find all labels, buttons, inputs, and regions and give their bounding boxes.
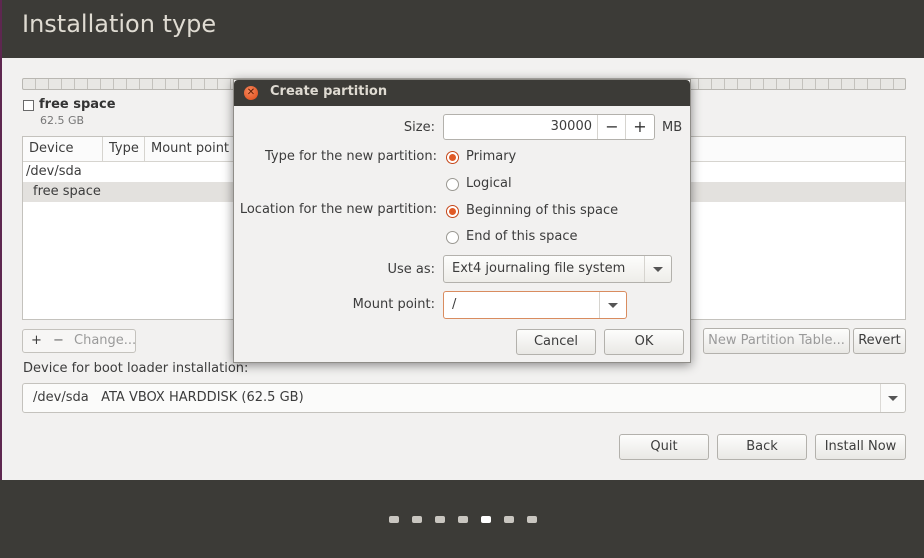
size-decrement-button[interactable]: − [597,115,626,139]
size-input[interactable]: 30000 [551,115,592,139]
progress-dot [435,516,445,523]
remove-partition-button[interactable]: − [53,330,64,352]
add-partition-button[interactable]: + [31,330,42,352]
cancel-button[interactable]: Cancel [516,329,596,355]
window-header: Installation type [0,0,924,58]
mount-point-dropdown-arrow[interactable] [599,292,626,318]
radio-primary[interactable] [446,151,459,164]
use-as-label: Use as: [387,262,435,277]
progress-dot [458,516,468,523]
radio-end-label[interactable]: End of this space [466,229,578,244]
size-spinbox[interactable]: 30000 − + [443,114,655,140]
chevron-down-icon [608,303,618,308]
bootloader-description: ATA VBOX HARDDISK (62.5 GB) [101,390,304,405]
legend-name: free space [39,97,116,112]
dialog-titlebar: ✕ Create partition [234,80,690,106]
radio-primary-label[interactable]: Primary [466,149,516,164]
back-button[interactable]: Back [717,434,807,460]
radio-end[interactable] [446,231,459,244]
bootloader-value: /dev/sda ATA VBOX HARDDISK (62.5 GB) [33,384,304,412]
column-type[interactable]: Type [103,137,145,161]
ok-button[interactable]: OK [604,329,684,355]
chevron-down-icon [888,396,898,401]
column-device[interactable]: Device [23,137,103,161]
close-icon[interactable]: ✕ [244,86,258,100]
partition-edit-buttons: + − Change... [22,329,136,353]
radio-beginning-label[interactable]: Beginning of this space [466,203,618,218]
partition-type-label: Type for the new partition: [264,149,437,164]
size-label: Size: [403,120,435,135]
dialog-title: Create partition [270,84,388,99]
create-partition-dialog: ✕ Create partition Size: 30000 − + MB Ty… [233,79,691,363]
radio-logical[interactable] [446,178,459,191]
bootloader-label: Device for boot loader installation: [23,361,249,376]
column-mount-point[interactable]: Mount point [145,137,245,161]
use-as-value: Ext4 journaling file system [452,261,626,276]
install-now-button[interactable]: Install Now [815,434,906,460]
progress-dot [412,516,422,523]
change-partition-button[interactable]: Change... [74,330,136,352]
radio-logical-label[interactable]: Logical [466,176,512,191]
location-label: Location for the new partition: [239,202,437,217]
progress-dot [527,516,537,523]
progress-footer [0,480,924,558]
size-increment-button[interactable]: + [625,115,654,139]
use-as-dropdown-arrow[interactable] [644,256,671,282]
legend-size: 62.5 GB [40,114,85,127]
chevron-down-icon [653,267,663,272]
revert-button[interactable]: Revert [853,328,906,354]
bootloader-device: /dev/sda [33,390,89,405]
progress-dot [481,516,491,523]
bootloader-dropdown-arrow[interactable] [880,384,905,412]
use-as-select[interactable]: Ext4 journaling file system [443,255,672,283]
new-partition-table-button[interactable]: New Partition Table... [703,328,850,354]
progress-dot [504,516,514,523]
radio-beginning[interactable] [446,205,459,218]
mount-point-input[interactable]: / [452,292,456,318]
bootloader-device-select[interactable]: /dev/sda ATA VBOX HARDDISK (62.5 GB) [22,383,906,413]
page-title: Installation type [22,10,217,38]
quit-button[interactable]: Quit [619,434,709,460]
mount-point-label: Mount point: [352,297,435,312]
progress-dot [389,516,399,523]
free-space-swatch [23,100,34,111]
size-unit: MB [662,120,683,135]
mount-point-combo[interactable]: / [443,291,627,319]
